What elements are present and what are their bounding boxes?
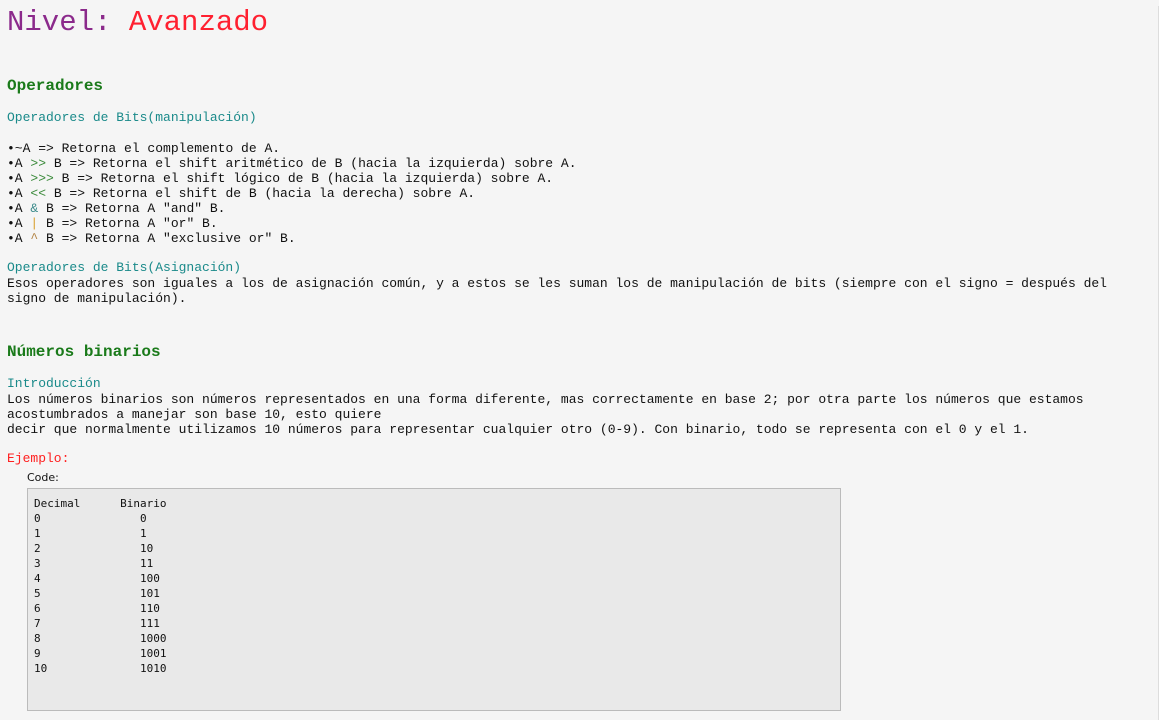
intro-text-1: Los números binarios son números represe…: [7, 392, 1084, 422]
operator-pre: •A: [7, 156, 31, 171]
operator-post: B => Retorna A "and" B.: [38, 201, 226, 216]
operator-pre: •A: [7, 201, 31, 216]
operator-item: •A | B => Retorna A "or" B.: [7, 216, 1151, 231]
asignacion-text: Esos operadores son iguales a los de asi…: [7, 276, 1107, 306]
code-label: Code:: [27, 471, 59, 484]
operator-post: B => Retorna el shift aritmético de B (h…: [46, 156, 577, 171]
operator-item: •A & B => Retorna A "and" B.: [7, 201, 1151, 216]
page: Nivel: Avanzado Operadores Operadores de…: [0, 6, 1159, 720]
operator-op: <<: [30, 186, 47, 201]
section-heading-operadores: Operadores: [7, 77, 104, 95]
operator-post: B => Retorna A "exclusive or" B.: [38, 231, 296, 246]
operator-op: >>>: [30, 171, 54, 186]
operator-post: B => Retorna el shift lógico de B (hacia…: [53, 171, 554, 186]
operator-pre: •A: [7, 171, 31, 186]
subheading-introduccion: Introducción: [7, 376, 101, 391]
operator-item: •~A => Retorna el complemento de A.: [7, 141, 1151, 156]
operator-op: >>: [30, 156, 47, 171]
intro-text-2: decir que normalmente utilizamos 10 núme…: [7, 422, 1029, 437]
operator-post: B => Retorna el shift de B (hacia la der…: [46, 186, 476, 201]
operator-pre: •~A: [7, 141, 31, 156]
operator-post: B => Retorna A "or" B.: [38, 216, 218, 231]
example-label: Ejemplo:: [7, 451, 70, 466]
operator-pre: •A: [7, 231, 31, 246]
subheading-bits-asignacion: Operadores de Bits(Asignación): [7, 260, 242, 275]
operator-pre: •A: [7, 186, 31, 201]
page-title: Nivel: Avanzado: [7, 6, 269, 39]
operator-list: •~A => Retorna el complemento de A. •A >>…: [7, 141, 1151, 246]
code-block: Decimal Binario 0 0 1 1 2 10 3 11 4 100 …: [27, 488, 841, 711]
operator-pre: •A: [7, 216, 31, 231]
operator-item: •A << B => Retorna el shift de B (hacia …: [7, 186, 1151, 201]
subheading-bits-manipulacion: Operadores de Bits(manipulación): [7, 110, 257, 125]
operator-item: •A ^ B => Retorna A "exclusive or" B.: [7, 231, 1151, 246]
operator-item: •A >>> B => Retorna el shift lógico de B…: [7, 171, 1151, 186]
section-heading-binarios: Números binarios: [7, 343, 161, 361]
operator-item: •A >> B => Retorna el shift aritmético d…: [7, 156, 1151, 171]
operator-post: => Retorna el complemento de A.: [30, 141, 281, 156]
